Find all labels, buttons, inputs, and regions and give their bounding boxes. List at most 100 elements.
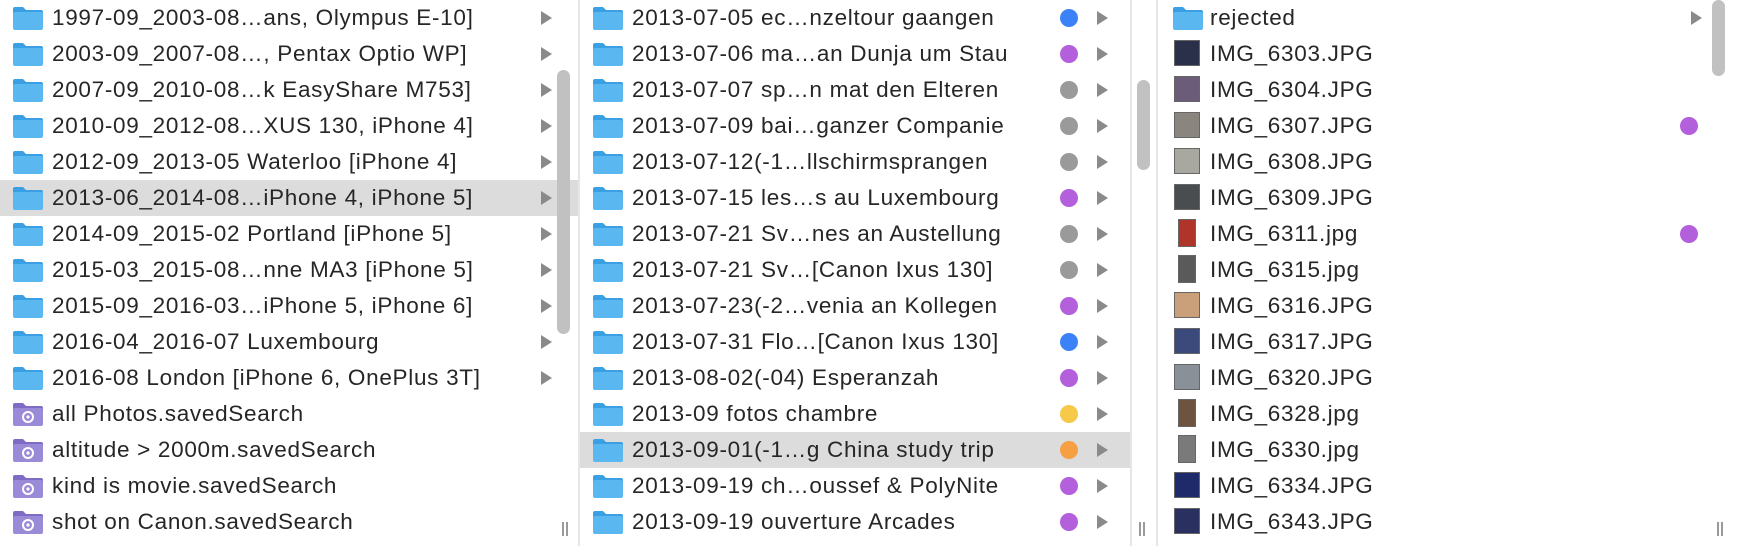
file-row[interactable]: IMG_6343.JPG xyxy=(1158,504,1738,540)
folder-icon xyxy=(592,437,624,463)
folder-row[interactable]: 2013-08-02(-04) Esperanzah xyxy=(580,360,1130,396)
folder-row[interactable]: altitude > 2000m.savedSearch xyxy=(0,432,578,468)
disclosure-arrow-icon[interactable] xyxy=(1097,155,1108,169)
folder-row[interactable]: 2015-09_2016-03…iPhone 5, iPhone 6] xyxy=(0,288,578,324)
folder-row[interactable]: shot on Canon.savedSearch xyxy=(0,504,578,540)
file-row[interactable]: IMG_6330.jpg xyxy=(1158,432,1738,468)
disclosure-arrow-icon[interactable] xyxy=(1097,227,1108,241)
item-name: 2013-09-01(-1…g China study trip xyxy=(632,437,995,462)
folder-row[interactable]: kind is movie.savedSearch xyxy=(0,468,578,504)
folder-row[interactable]: 2013-09 fotos chambre xyxy=(580,396,1130,432)
column-files-scrollbar[interactable] xyxy=(1712,0,1725,76)
disclosure-arrow-icon[interactable] xyxy=(1097,479,1108,493)
folder-row[interactable]: 2014-09_2015-02 Portland [iPhone 5] xyxy=(0,216,578,252)
folder-row[interactable]: rejected xyxy=(1158,0,1738,36)
folder-row[interactable]: 2013-07-07 sp…n mat den Elteren xyxy=(580,72,1130,108)
disclosure-arrow-icon[interactable] xyxy=(541,11,552,25)
file-row[interactable]: IMG_6317.JPG xyxy=(1158,324,1738,360)
image-thumbnail-icon xyxy=(1178,399,1196,427)
smart-folder-icon xyxy=(12,401,44,427)
disclosure-arrow-icon[interactable] xyxy=(1691,11,1702,25)
disclosure-arrow-icon[interactable] xyxy=(1097,335,1108,349)
column-events-scrollbar[interactable] xyxy=(1137,80,1150,170)
disclosure-arrow-icon[interactable] xyxy=(1097,515,1108,529)
folder-row[interactable]: 2013-07-31 Flo…[Canon Ixus 130] xyxy=(580,324,1130,360)
item-name: kind is movie.savedSearch xyxy=(52,473,338,498)
file-row[interactable]: IMG_6307.JPG xyxy=(1158,108,1738,144)
disclosure-arrow-icon[interactable] xyxy=(1097,443,1108,457)
folder-icon xyxy=(12,293,44,319)
folder-row[interactable]: 2013-09-01(-1…g China study trip xyxy=(580,432,1130,468)
folder-row[interactable]: 2013-07-15 les…s au Luxembourg xyxy=(580,180,1130,216)
folder-icon xyxy=(12,365,44,391)
folder-row[interactable]: 2013-09-19 ch…oussef & PolyNite xyxy=(580,468,1130,504)
disclosure-arrow-icon[interactable] xyxy=(541,263,552,277)
disclosure-arrow-icon[interactable] xyxy=(1097,263,1108,277)
file-row[interactable]: IMG_6304.JPG xyxy=(1158,72,1738,108)
disclosure-arrow-icon[interactable] xyxy=(1097,11,1108,25)
folder-row[interactable]: 2013-07-23(-2…venia an Kollegen xyxy=(580,288,1130,324)
folder-row[interactable]: 2013-07-09 bai…ganzer Companie xyxy=(580,108,1130,144)
disclosure-arrow-icon[interactable] xyxy=(1097,119,1108,133)
folder-row[interactable]: 2007-09_2010-08…k EasyShare M753] xyxy=(0,72,578,108)
disclosure-arrow-icon[interactable] xyxy=(541,191,552,205)
item-name: IMG_6304.JPG xyxy=(1210,77,1374,102)
folder-row[interactable]: 2013-07-06 ma…an Dunja um Stau xyxy=(580,36,1130,72)
disclosure-arrow-icon[interactable] xyxy=(1097,191,1108,205)
column-events[interactable]: 2013-07-05 ec…nzeltour gaangen 2013-07-06… xyxy=(580,0,1130,546)
folder-row[interactable]: 2013-07-05 ec…nzeltour gaangen xyxy=(580,0,1130,36)
column-years[interactable]: 1997-09_2003-08…ans, Olympus E-10] 2003-0… xyxy=(0,0,578,546)
file-row[interactable]: IMG_6311.jpg xyxy=(1158,216,1738,252)
file-row[interactable]: IMG_6328.jpg xyxy=(1158,396,1738,432)
file-row[interactable]: IMG_6308.JPG xyxy=(1158,144,1738,180)
item-name: IMG_6334.JPG xyxy=(1210,473,1374,498)
disclosure-arrow-icon[interactable] xyxy=(1097,83,1108,97)
column-resize-handle[interactable] xyxy=(1137,522,1147,536)
image-thumbnail-icon xyxy=(1174,328,1200,354)
column-years-scrollbar[interactable] xyxy=(557,70,570,334)
folder-row[interactable]: 2013-07-12(-1…llschirmsprangen xyxy=(580,144,1130,180)
folder-row[interactable]: 2016-08 London [iPhone 6, OnePlus 3T] xyxy=(0,360,578,396)
folder-row[interactable]: 2016-04_2016-07 Luxembourg xyxy=(0,324,578,360)
tag-purple-dot xyxy=(1060,513,1078,531)
file-row[interactable]: IMG_6303.JPG xyxy=(1158,36,1738,72)
tag-purple-dot xyxy=(1060,189,1078,207)
disclosure-arrow-icon[interactable] xyxy=(541,155,552,169)
disclosure-arrow-icon[interactable] xyxy=(541,371,552,385)
disclosure-arrow-icon[interactable] xyxy=(1097,47,1108,61)
file-row[interactable]: IMG_6316.JPG xyxy=(1158,288,1738,324)
folder-row[interactable]: 2015-03_2015-08…nne MA3 [iPhone 5] xyxy=(0,252,578,288)
item-name: 2013-07-21 Sv…nes an Austellung xyxy=(632,221,1002,246)
file-row[interactable]: IMG_6309.JPG xyxy=(1158,180,1738,216)
column-resize-handle[interactable] xyxy=(560,522,570,536)
column-files[interactable]: rejected IMG_6303.JPG IMG_6304.JPG IMG_6307… xyxy=(1158,0,1738,546)
disclosure-arrow-icon[interactable] xyxy=(541,299,552,313)
folder-row[interactable]: 2010-09_2012-08…XUS 130, iPhone 4] xyxy=(0,108,578,144)
file-row[interactable]: IMG_6334.JPG xyxy=(1158,468,1738,504)
item-name: IMG_6307.JPG xyxy=(1210,113,1374,138)
folder-row[interactable]: 2013-09-19 ouverture Arcades xyxy=(580,504,1130,540)
disclosure-arrow-icon[interactable] xyxy=(541,119,552,133)
file-row[interactable]: IMG_6320.JPG xyxy=(1158,360,1738,396)
item-name: 2014-09_2015-02 Portland [iPhone 5] xyxy=(52,221,452,246)
tag-purple-dot xyxy=(1680,117,1698,135)
folder-icon xyxy=(592,5,624,31)
disclosure-arrow-icon[interactable] xyxy=(1097,299,1108,313)
disclosure-arrow-icon[interactable] xyxy=(541,83,552,97)
folder-icon xyxy=(12,5,44,31)
disclosure-arrow-icon[interactable] xyxy=(1097,371,1108,385)
folder-row[interactable]: 2013-07-21 Sv…nes an Austellung xyxy=(580,216,1130,252)
disclosure-arrow-icon[interactable] xyxy=(541,335,552,349)
disclosure-arrow-icon[interactable] xyxy=(541,47,552,61)
folder-row[interactable]: 2012-09_2013-05 Waterloo [iPhone 4] xyxy=(0,144,578,180)
folder-row[interactable]: 2013-07-21 Sv…[Canon Ixus 130] xyxy=(580,252,1130,288)
folder-row[interactable]: 2003-09_2007-08…, Pentax Optio WP] xyxy=(0,36,578,72)
folder-row[interactable]: 1997-09_2003-08…ans, Olympus E-10] xyxy=(0,0,578,36)
disclosure-arrow-icon[interactable] xyxy=(1097,407,1108,421)
column-resize-handle[interactable] xyxy=(1715,522,1725,536)
folder-row[interactable]: all Photos.savedSearch xyxy=(0,396,578,432)
column-divider[interactable] xyxy=(1130,0,1132,546)
folder-row[interactable]: 2013-06_2014-08…iPhone 4, iPhone 5] xyxy=(0,180,578,216)
file-row[interactable]: IMG_6315.jpg xyxy=(1158,252,1738,288)
disclosure-arrow-icon[interactable] xyxy=(541,227,552,241)
